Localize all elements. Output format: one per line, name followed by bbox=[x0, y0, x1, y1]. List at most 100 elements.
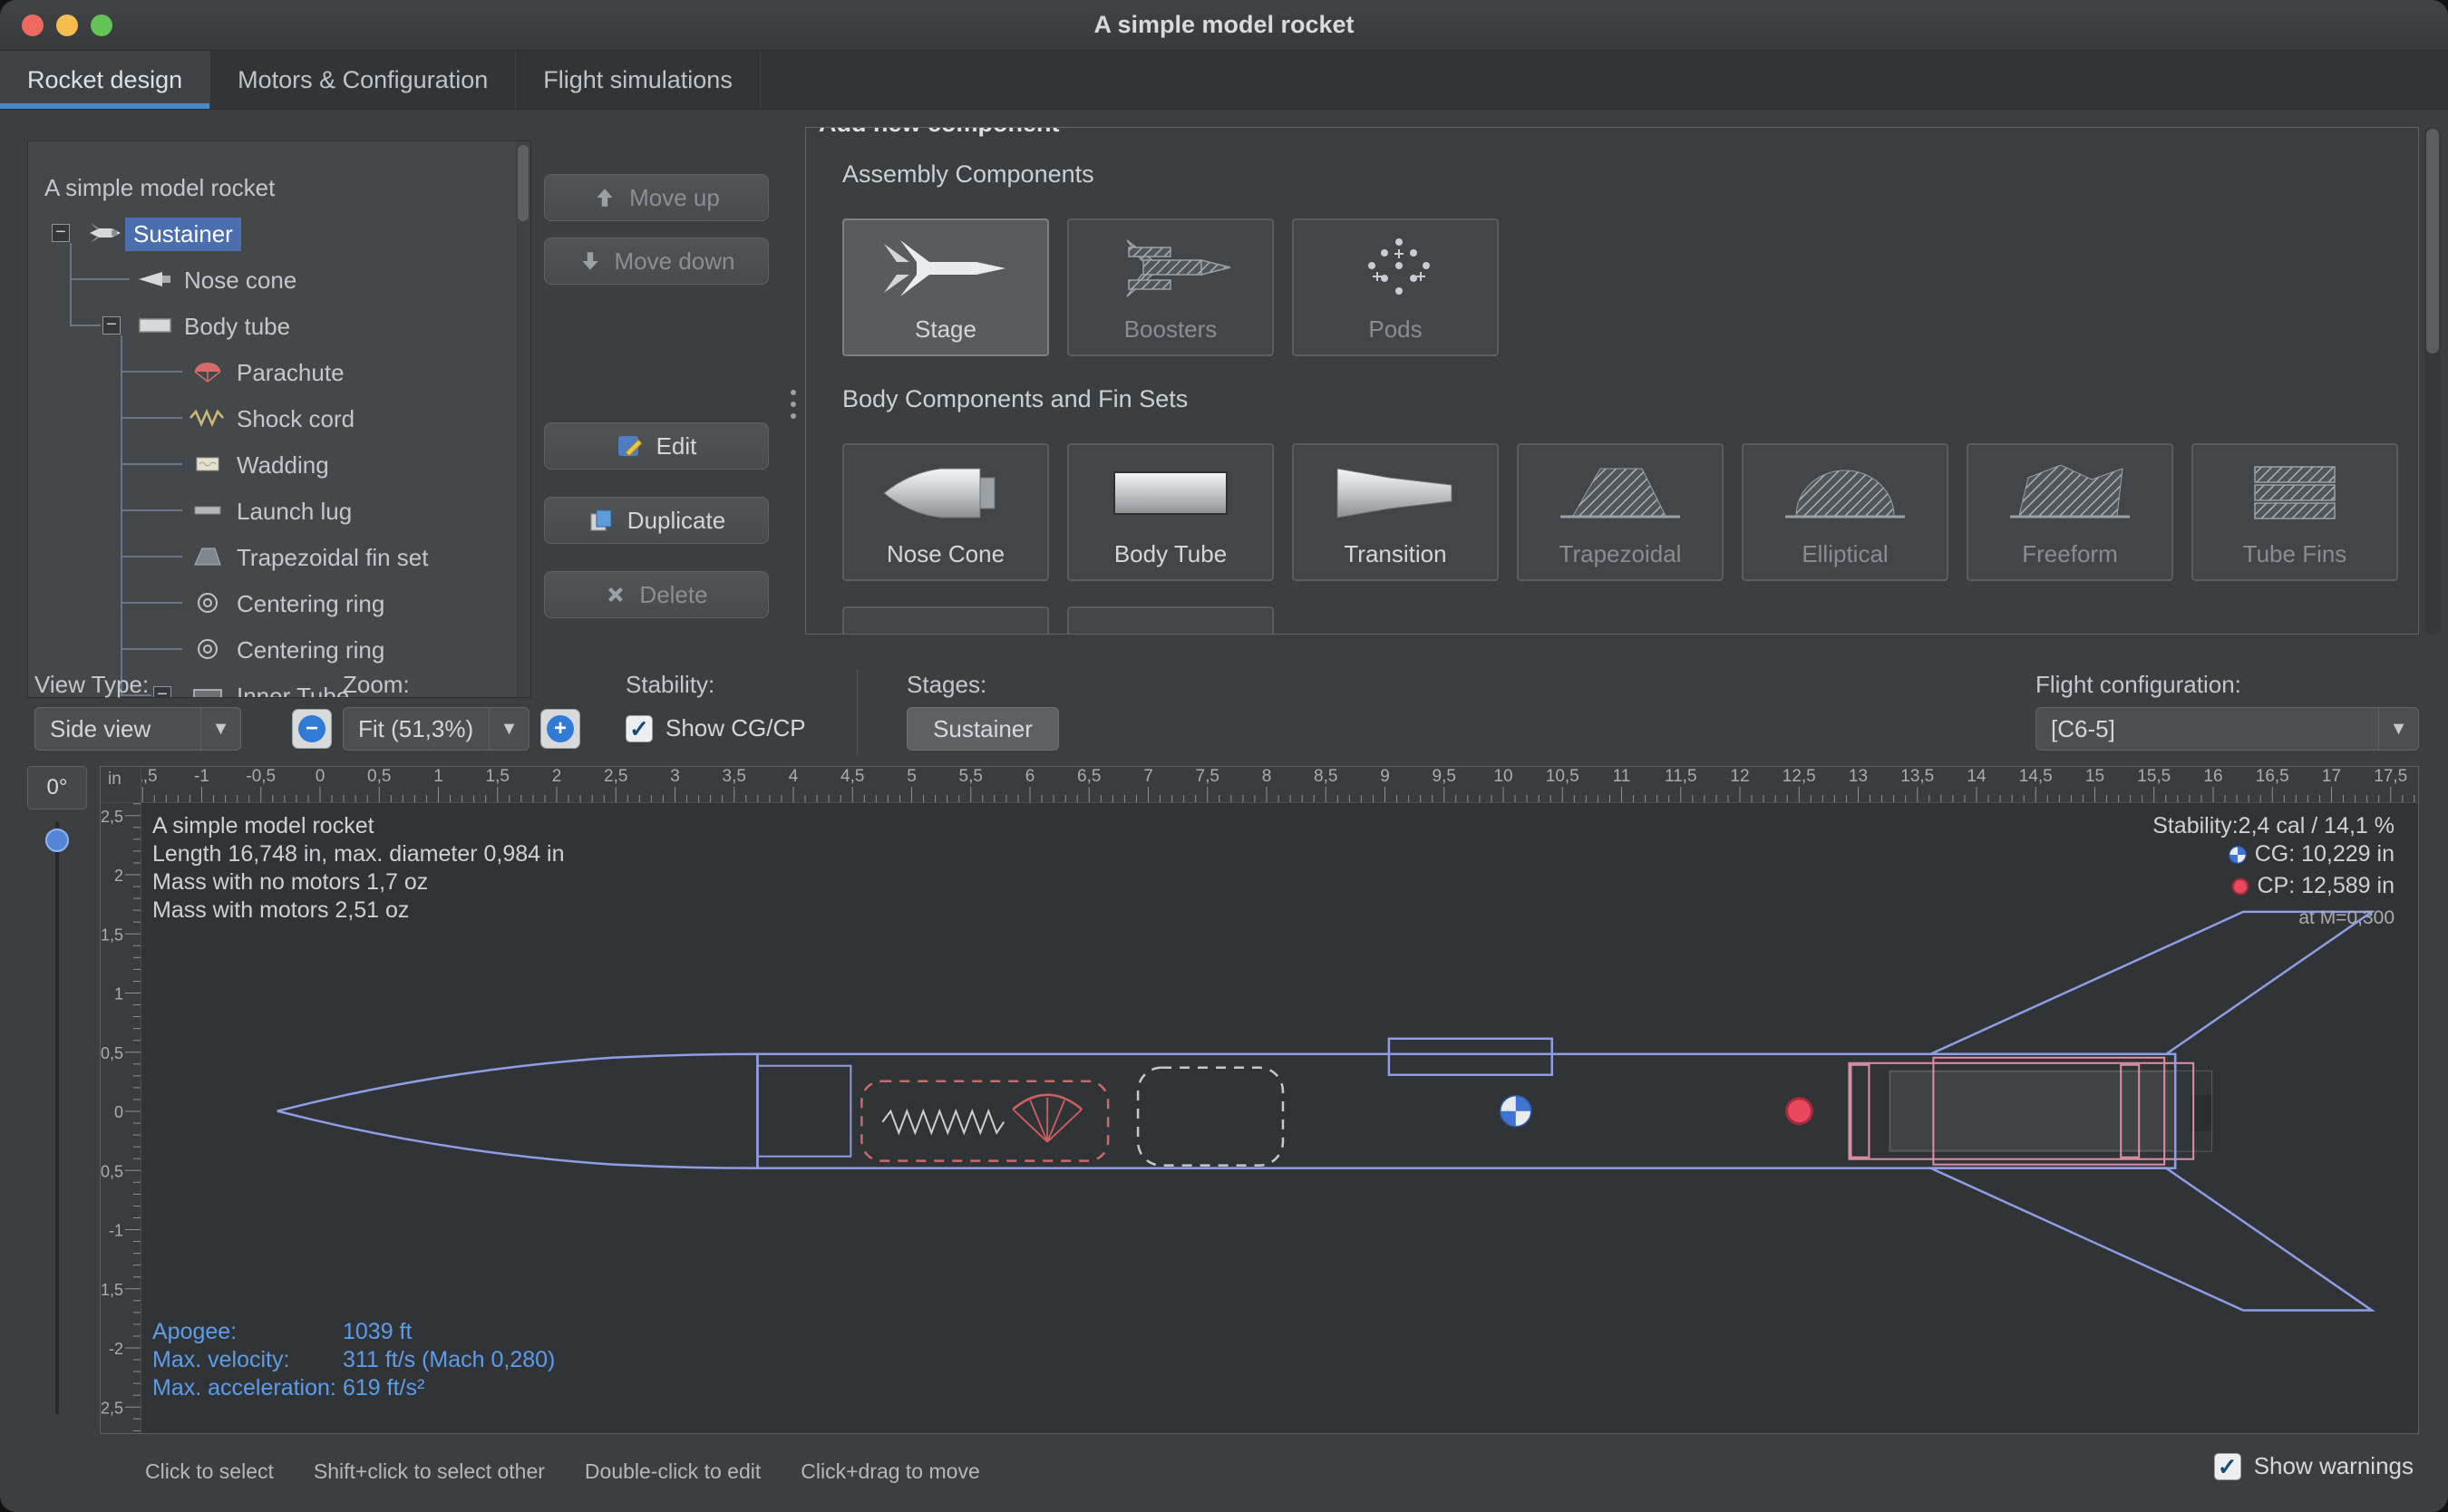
stage-sustainer-toggle[interactable]: Sustainer bbox=[907, 707, 1059, 751]
tree-item-centering-ring[interactable]: Centering ring bbox=[28, 579, 514, 625]
tree-connector-line bbox=[121, 335, 122, 695]
rocket-canvas[interactable]: in -1,5-1-0,500,511,522,533,544,555,566,… bbox=[100, 766, 2419, 1434]
trapezoidal-icon bbox=[1519, 445, 1722, 540]
minimize-button[interactable] bbox=[56, 15, 78, 36]
tree-item-trapezoidal-fin-set[interactable]: Trapezoidal fin set bbox=[28, 533, 514, 579]
rotation-slider[interactable] bbox=[51, 821, 63, 1414]
tree-item-wadding[interactable]: Wadding bbox=[28, 441, 514, 487]
tree-item-a-simple-model-rocket[interactable]: A simple model rocket bbox=[28, 163, 514, 209]
zoom-out-icon: − bbox=[298, 715, 325, 742]
add-trapezoidal-button[interactable]: Trapezoidal bbox=[1517, 443, 1724, 581]
zoom-dropdown[interactable]: Fit (51,3%) ▼ bbox=[343, 707, 529, 751]
maximize-button[interactable] bbox=[91, 15, 112, 36]
tree-expander-icon[interactable]: − bbox=[102, 316, 121, 334]
svg-text:7: 7 bbox=[1143, 767, 1153, 786]
nose-cone-outline[interactable] bbox=[277, 1054, 758, 1168]
window-title: A simple model rocket bbox=[1093, 11, 1354, 39]
svg-text:17,5: 17,5 bbox=[2374, 767, 2407, 786]
tree-expander-icon[interactable]: − bbox=[52, 224, 70, 242]
nose-shoulder-outline[interactable] bbox=[757, 1066, 850, 1157]
add-freeform-button[interactable]: Freeform bbox=[1967, 443, 2173, 581]
nosecone-icon bbox=[844, 445, 1047, 540]
tree-item-centering-ring[interactable]: Centering ring bbox=[28, 625, 514, 672]
svg-text:0,5: 0,5 bbox=[367, 767, 391, 786]
mach-value: at M=0,300 bbox=[2152, 904, 2395, 932]
component-button-label: Elliptical bbox=[1802, 540, 1888, 568]
add-tube-fins-button[interactable]: Tube Fins bbox=[2191, 443, 2398, 581]
tree-item-label: Nose cone bbox=[176, 264, 305, 297]
panel-scrollbar-thumb[interactable] bbox=[2426, 129, 2439, 354]
rotation-slider-knob[interactable] bbox=[45, 829, 69, 852]
show-warnings-checkbox[interactable] bbox=[2214, 1453, 2241, 1480]
tree-item-sustainer[interactable]: −Sustainer bbox=[28, 209, 514, 256]
tree-item-label: Body tube bbox=[176, 310, 298, 344]
tree-item-parachute[interactable]: Parachute bbox=[28, 348, 514, 394]
tree-connector-line bbox=[121, 648, 182, 650]
launch-lug-outline[interactable] bbox=[1389, 1039, 1552, 1075]
title-bar: A simple model rocket bbox=[0, 0, 2448, 51]
edit-button[interactable]: Edit bbox=[544, 422, 769, 470]
tree-item-shock-cord[interactable]: Shock cord bbox=[28, 394, 514, 441]
svg-text:3,5: 3,5 bbox=[723, 767, 746, 786]
status-hint: Shift+click to select other bbox=[314, 1459, 545, 1484]
rocket-info: A simple model rocket Length 16,748 in, … bbox=[152, 812, 564, 925]
status-hint: Click to select bbox=[145, 1459, 274, 1484]
tab-flight-simulations[interactable]: Flight simulations bbox=[516, 51, 761, 109]
flight-data-row: Apogee:1039 ft bbox=[152, 1318, 555, 1346]
svg-text:-1: -1 bbox=[109, 1222, 123, 1240]
move-down-button[interactable]: Move down bbox=[544, 237, 769, 285]
panel-scrollbar[interactable] bbox=[2424, 127, 2441, 635]
vertical-splitter-handle[interactable] bbox=[791, 390, 796, 419]
flight-data-label: Apogee: bbox=[152, 1318, 343, 1346]
duplicate-button[interactable]: Duplicate bbox=[544, 497, 769, 544]
svg-text:16: 16 bbox=[2203, 767, 2222, 786]
component-tree[interactable]: A simple model rocket−Sustainer Nose cone… bbox=[27, 141, 531, 698]
tab-motors-configuration[interactable]: Motors & Configuration bbox=[210, 51, 516, 109]
tree-item-label: Centering ring bbox=[228, 587, 393, 621]
tree-item-launch-lug[interactable]: Launch lug bbox=[28, 487, 514, 533]
view-type-dropdown[interactable]: Side view ▼ bbox=[34, 707, 241, 751]
add-boosters-button[interactable]: Boosters bbox=[1067, 218, 1274, 356]
zoom-in-button[interactable]: + bbox=[540, 709, 580, 749]
show-cgcp-checkbox[interactable] bbox=[626, 715, 653, 742]
tree-scrollbar[interactable] bbox=[516, 141, 530, 697]
fin-top-outline[interactable] bbox=[1930, 912, 2372, 1054]
add-component-button-partial[interactable] bbox=[842, 606, 1049, 635]
flight-data-label: Max. velocity: bbox=[152, 1346, 343, 1374]
tree-item-body-tube[interactable]: − Body tube bbox=[28, 302, 514, 348]
add-body-tube-button[interactable]: Body Tube bbox=[1067, 443, 1274, 581]
transition-icon bbox=[1294, 445, 1497, 540]
svg-text:9,5: 9,5 bbox=[1433, 767, 1456, 786]
motor[interactable] bbox=[1889, 1071, 2211, 1151]
add-pods-button[interactable]: Pods bbox=[1292, 218, 1499, 356]
shock-cord-line[interactable] bbox=[882, 1111, 1004, 1133]
close-button[interactable] bbox=[22, 15, 44, 36]
fin-bottom-outline[interactable] bbox=[1930, 1168, 2372, 1311]
svg-text:12,5: 12,5 bbox=[1783, 767, 1816, 786]
delete-button[interactable]: Delete bbox=[544, 571, 769, 618]
svg-text:17: 17 bbox=[2322, 767, 2341, 786]
rocket-draw-area[interactable]: A simple model rocket Length 16,748 in, … bbox=[141, 803, 2418, 1433]
add-nose-cone-button[interactable]: Nose Cone bbox=[842, 443, 1049, 581]
add-component-button-partial[interactable] bbox=[1067, 606, 1274, 635]
svg-text:8,5: 8,5 bbox=[1314, 767, 1337, 786]
wadding-outline[interactable] bbox=[1138, 1068, 1283, 1166]
svg-text:1: 1 bbox=[433, 767, 443, 786]
tab-rocket-design[interactable]: Rocket design bbox=[0, 51, 210, 109]
tree-expander-icon[interactable]: − bbox=[153, 686, 171, 698]
add-elliptical-button[interactable]: Elliptical bbox=[1742, 443, 1948, 581]
svg-text:16,5: 16,5 bbox=[2256, 767, 2289, 786]
add-stage-button[interactable]: Stage bbox=[842, 218, 1049, 356]
cg-value: CG: 10,229 in bbox=[2255, 841, 2395, 867]
svg-text:5,5: 5,5 bbox=[959, 767, 983, 786]
zoom-out-button[interactable]: − bbox=[292, 709, 332, 749]
move-up-button[interactable]: Move up bbox=[544, 174, 769, 221]
centeringring-icon bbox=[188, 637, 228, 661]
flight-configuration-dropdown[interactable]: [C6-5] ▼ bbox=[2035, 707, 2419, 751]
svg-text:1: 1 bbox=[114, 985, 123, 1003]
add-transition-button[interactable]: Transition bbox=[1292, 443, 1499, 581]
parachute-symbol bbox=[1013, 1095, 1082, 1142]
rotation-slider-track bbox=[55, 821, 59, 1414]
nosecone-icon bbox=[135, 267, 175, 291]
tree-scrollbar-thumb[interactable] bbox=[518, 145, 529, 221]
